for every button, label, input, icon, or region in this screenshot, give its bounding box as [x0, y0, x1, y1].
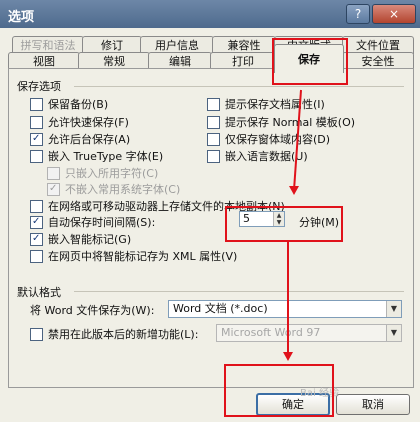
title-bar: 选项 ? ×: [0, 0, 420, 28]
checkbox-box[interactable]: [207, 132, 220, 146]
embed-language-data-checkbox[interactable]: 嵌入语言数据(U): [207, 148, 308, 164]
save-as-format-select[interactable]: Word 文档 (*.doc) ▼: [168, 300, 402, 318]
checkbox-box[interactable]: [30, 327, 43, 341]
embed-smart-tags-checkbox[interactable]: 嵌入智能标记(G): [30, 231, 131, 247]
checkbox-box[interactable]: [207, 115, 220, 129]
group-divider: [74, 86, 404, 87]
smart-tags-xml-checkbox[interactable]: 在网页中将智能标记存为 XML 属性(V): [30, 248, 237, 264]
checkbox-label: 不嵌入常用系统字体(C): [65, 183, 181, 196]
checkbox-box[interactable]: [30, 232, 43, 246]
chevron-down-icon: ▼: [386, 325, 401, 341]
save-as-label: 将 Word 文件保存为(W):: [30, 304, 155, 317]
cancel-button[interactable]: 取消: [336, 394, 410, 415]
keep-backup-checkbox[interactable]: 保留备份(B): [30, 96, 108, 112]
watermark: Bai 经验: [300, 388, 339, 399]
checkbox-box[interactable]: [30, 115, 43, 129]
autosave-interval-value[interactable]: 5: [243, 212, 250, 226]
default-format-heading: 默认格式: [17, 286, 61, 299]
autosave-interval-stepper[interactable]: 5 ▲ ▼: [239, 211, 285, 227]
save-as-format-value: Word 文档 (*.doc): [173, 302, 268, 315]
save-options-heading: 保存选项: [17, 80, 61, 93]
checkbox-box[interactable]: [30, 215, 43, 229]
embed-truetype-checkbox[interactable]: 嵌入 TrueType 字体(E): [30, 148, 163, 164]
spin-arrows-icon[interactable]: ▲ ▼: [273, 212, 284, 226]
disable-features-checkbox[interactable]: 禁用在此版本后的新增功能(L):: [30, 326, 198, 342]
prompt-normal-template-checkbox[interactable]: 提示保存 Normal 模板(O): [207, 114, 355, 130]
checkbox-box[interactable]: [30, 199, 43, 213]
checkbox-label: 提示保存文档属性(I): [225, 98, 325, 111]
checkbox-label: 只嵌入所用字符(C): [65, 167, 159, 180]
checkbox-label: 仅保存窗体域内容(D): [225, 133, 331, 146]
save-form-data-checkbox[interactable]: 仅保存窗体域内容(D): [207, 131, 330, 147]
checkbox-box[interactable]: [30, 249, 43, 263]
checkbox-box: [47, 166, 60, 180]
checkbox-label: 禁用在此版本后的新增功能(L):: [48, 328, 199, 341]
checkbox-box[interactable]: [30, 149, 43, 163]
annotation-arrow-head: [283, 352, 293, 361]
checkbox-label: 允许后台保存(A): [48, 133, 131, 146]
dialog-title: 选项: [8, 10, 35, 25]
checkbox-label: 嵌入 TrueType 字体(E): [48, 150, 164, 163]
checkbox-box[interactable]: [30, 97, 43, 111]
checkbox-label: 嵌入智能标记(G): [48, 233, 132, 246]
no-system-fonts-checkbox: 不嵌入常用系统字体(C): [47, 181, 180, 197]
embed-used-chars-checkbox: 只嵌入所用字符(C): [47, 165, 158, 181]
chevron-down-icon[interactable]: ▼: [386, 301, 401, 317]
annotation-arrow: [287, 242, 289, 354]
disable-features-version-select: Microsoft Word 97 ▼: [216, 324, 402, 342]
checkbox-label: 自动保存时间间隔(S):: [48, 216, 156, 229]
disable-features-version-value: Microsoft Word 97: [221, 326, 321, 339]
help-icon[interactable]: ?: [346, 4, 370, 24]
annotation-arrow-head: [289, 186, 299, 195]
autosave-checkbox[interactable]: 自动保存时间间隔(S):: [30, 214, 155, 230]
checkbox-label: 在网页中将智能标记存为 XML 属性(V): [48, 250, 238, 263]
background-save-checkbox[interactable]: 允许后台保存(A): [30, 131, 130, 147]
checkbox-label: 允许快速保存(F): [48, 116, 129, 129]
tab-save[interactable]: 保存: [274, 44, 344, 73]
group-divider: [74, 291, 404, 292]
close-icon[interactable]: ×: [372, 4, 416, 24]
checkbox-box[interactable]: [207, 149, 220, 163]
checkbox-box[interactable]: [30, 132, 43, 146]
checkbox-label: 保留备份(B): [48, 98, 109, 111]
prompt-doc-properties-checkbox[interactable]: 提示保存文档属性(I): [207, 96, 325, 112]
autosave-unit-label: 分钟(M): [299, 216, 340, 229]
checkbox-box[interactable]: [207, 97, 220, 111]
checkbox-box: [47, 182, 60, 196]
options-dialog: 选项 ? × 拼写和语法 修订 用户信息 兼容性 中文版式 文件位置 视图 常规…: [0, 0, 420, 422]
checkbox-label: 提示保存 Normal 模板(O): [225, 116, 356, 129]
fast-save-checkbox[interactable]: 允许快速保存(F): [30, 114, 129, 130]
